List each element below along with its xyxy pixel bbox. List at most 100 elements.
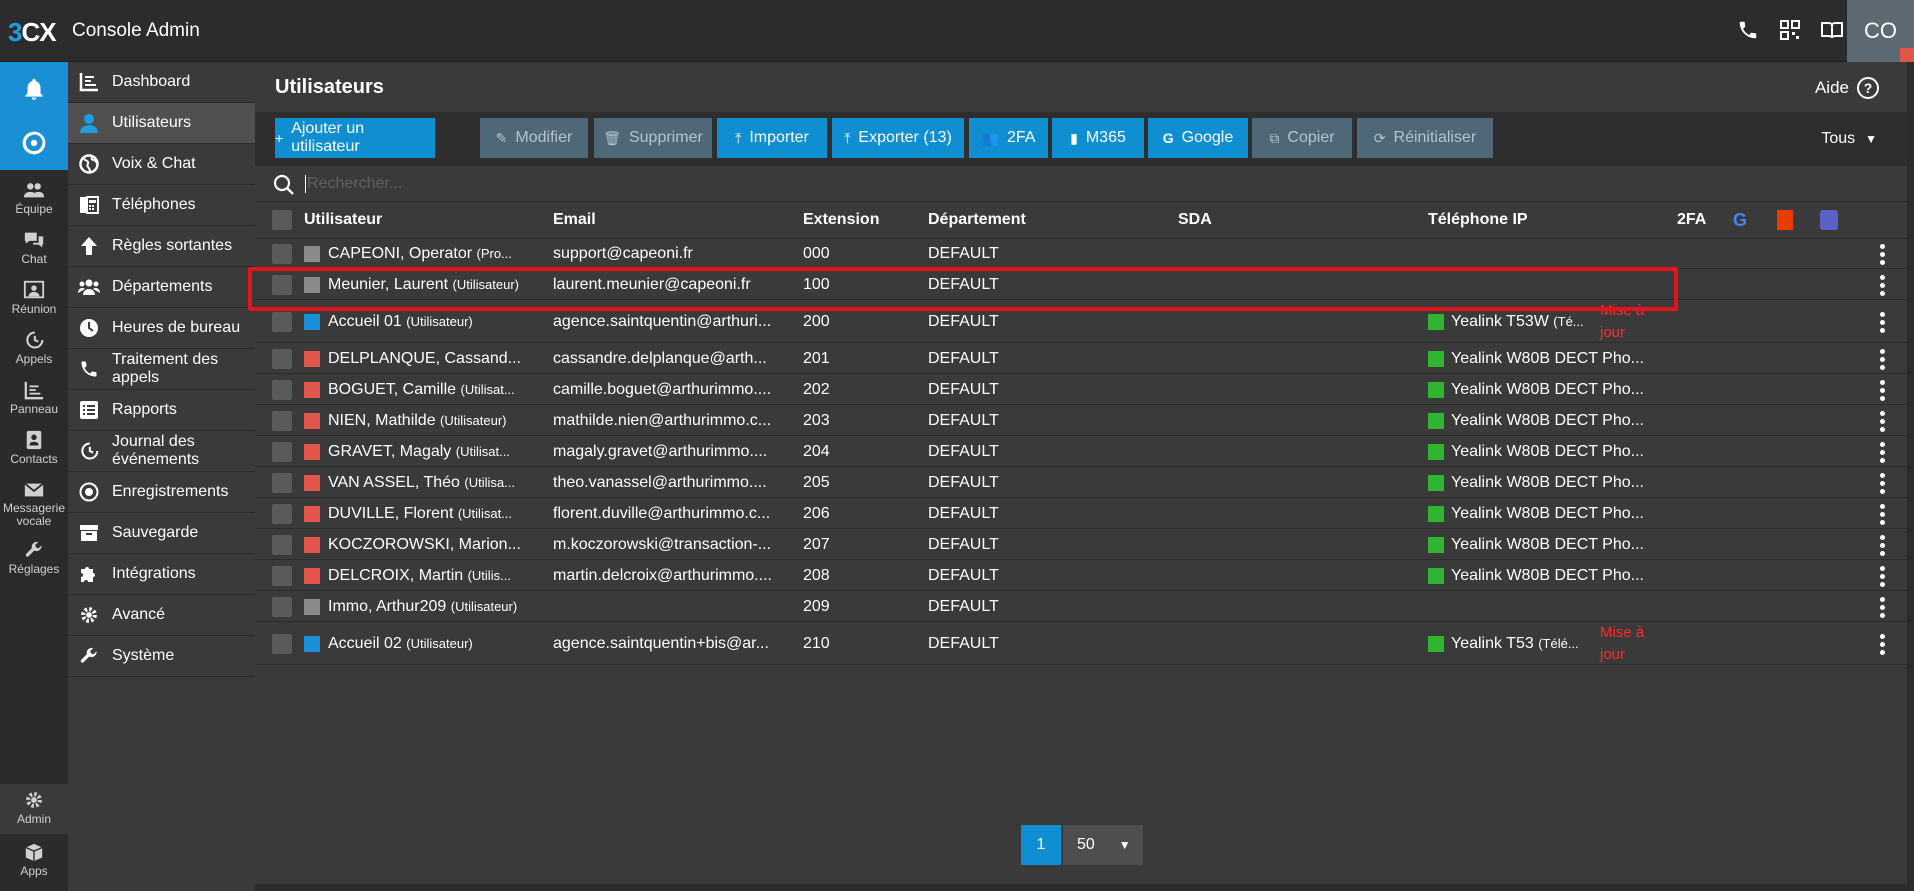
row-menu-icon[interactable] bbox=[1880, 275, 1886, 299]
row-checkbox[interactable] bbox=[272, 442, 292, 462]
row-menu-icon[interactable] bbox=[1880, 442, 1886, 466]
nav-avance[interactable]: Avancé bbox=[68, 595, 255, 636]
page-1-button[interactable]: 1 bbox=[1021, 825, 1061, 865]
2fa-button[interactable]: 👥 2FA bbox=[969, 118, 1048, 158]
rail-panneau[interactable]: Panneau bbox=[0, 380, 68, 416]
nav-regles-sortantes[interactable]: Règles sortantes bbox=[68, 226, 255, 267]
table-row[interactable]: VAN ASSEL, Théo (Utilisa... theo.vanassel… bbox=[255, 467, 1907, 498]
row-checkbox[interactable] bbox=[272, 597, 292, 617]
nav-integrations[interactable]: Intégrations bbox=[68, 554, 255, 595]
reset-button[interactable]: ⟳ Réinitialiser bbox=[1357, 118, 1493, 158]
nav-departements[interactable]: Départements bbox=[68, 267, 255, 308]
row-menu-icon[interactable] bbox=[1880, 244, 1886, 268]
nav-dashboard[interactable]: Dashboard bbox=[68, 62, 255, 103]
user-name[interactable]: DELCROIX, Martin (Utilis... bbox=[328, 567, 548, 585]
table-row[interactable]: KOCZOROWSKI, Marion... m.koczorowski@tra… bbox=[255, 529, 1907, 560]
filter-dropdown[interactable]: Tous ▼ bbox=[1821, 130, 1877, 148]
edit-button[interactable]: ✎ Modifier bbox=[480, 118, 588, 158]
nav-heures-bureau[interactable]: Heures de bureau bbox=[68, 308, 255, 349]
col-ip-phone[interactable]: Téléphone IP bbox=[1428, 211, 1528, 229]
user-name[interactable]: Accueil 01 (Utilisateur) bbox=[328, 313, 548, 331]
ip-phone[interactable]: Yealink T53 (Télé... bbox=[1451, 635, 1596, 653]
row-menu-icon[interactable] bbox=[1880, 634, 1886, 658]
search-input[interactable] bbox=[307, 171, 707, 197]
nav-sauvegarde[interactable]: Sauvegarde bbox=[68, 513, 255, 554]
user-name[interactable]: NIEN, Mathilde (Utilisateur) bbox=[328, 412, 548, 430]
rail-chat[interactable]: Chat bbox=[0, 230, 68, 266]
nav-traitement-appels[interactable]: Traitement des appels bbox=[68, 349, 255, 390]
row-menu-icon[interactable] bbox=[1880, 312, 1886, 336]
ip-phone[interactable]: Yealink W80B DECT Pho... bbox=[1451, 505, 1686, 523]
user-name[interactable]: Accueil 02 (Utilisateur) bbox=[328, 635, 548, 653]
nav-voix-chat[interactable]: Voix & Chat bbox=[68, 144, 255, 185]
table-row[interactable]: CAPEONI, Operator (Pro... support@capeoni… bbox=[255, 239, 1907, 269]
user-name[interactable]: DUVILLE, Florent (Utilisat... bbox=[328, 505, 548, 523]
user-name[interactable]: Immo, Arthur209 (Utilisateur) bbox=[328, 598, 548, 616]
rail-contacts[interactable]: Contacts bbox=[0, 430, 68, 466]
rail-equipe[interactable]: Équipe bbox=[0, 180, 68, 216]
ip-phone[interactable]: Yealink W80B DECT Pho... bbox=[1451, 443, 1686, 461]
ip-phone[interactable]: Yealink W80B DECT Pho... bbox=[1451, 350, 1686, 368]
ip-phone[interactable]: Yealink T53W (Té... bbox=[1451, 313, 1596, 331]
table-row[interactable]: DELCROIX, Martin (Utilis... martin.delcro… bbox=[255, 560, 1907, 591]
table-row[interactable]: Accueil 02 (Utilisateur) agence.saintquen… bbox=[255, 622, 1907, 665]
table-row[interactable]: DELPLANQUE, Cassand... cassandre.delplan… bbox=[255, 343, 1907, 374]
nav-systeme[interactable]: Système bbox=[68, 636, 255, 677]
rail-appels[interactable]: Appels bbox=[0, 330, 68, 366]
ip-phone[interactable]: Yealink W80B DECT Pho... bbox=[1451, 381, 1686, 399]
row-menu-icon[interactable] bbox=[1880, 411, 1886, 435]
col-sda[interactable]: SDA bbox=[1178, 211, 1212, 229]
rail-messagerie[interactable]: Messagerie vocale bbox=[0, 480, 68, 528]
ip-phone[interactable]: Yealink W80B DECT Pho... bbox=[1451, 474, 1686, 492]
phone-icon[interactable] bbox=[1736, 18, 1760, 42]
user-avatar[interactable]: CO bbox=[1847, 0, 1914, 62]
delete-button[interactable]: 🗑 Supprimer bbox=[594, 118, 712, 158]
col-2fa[interactable]: 2FA bbox=[1677, 211, 1706, 229]
rail-apps[interactable]: Apps bbox=[0, 842, 68, 878]
3cx-logo[interactable]: 3CX bbox=[8, 17, 57, 48]
row-checkbox[interactable] bbox=[272, 473, 292, 493]
ip-phone[interactable]: Yealink W80B DECT Pho... bbox=[1451, 536, 1686, 554]
row-checkbox[interactable] bbox=[272, 312, 292, 332]
rail-admin[interactable]: Admin bbox=[0, 784, 68, 834]
col-department[interactable]: Département bbox=[928, 211, 1026, 229]
row-checkbox[interactable] bbox=[272, 349, 292, 369]
table-row[interactable]: DUVILLE, Florent (Utilisat... florent.duv… bbox=[255, 498, 1907, 529]
row-menu-icon[interactable] bbox=[1880, 380, 1886, 404]
rail-reunion[interactable]: Réunion bbox=[0, 280, 68, 316]
row-menu-icon[interactable] bbox=[1880, 349, 1886, 373]
user-name[interactable]: KOCZOROWSKI, Marion... bbox=[328, 536, 548, 554]
notifications-button[interactable] bbox=[0, 62, 68, 116]
nav-rapports[interactable]: Rapports bbox=[68, 390, 255, 431]
import-button[interactable]: ⤒ Importer bbox=[717, 118, 827, 158]
table-row[interactable]: NIEN, Mathilde (Utilisateur) mathilde.nie… bbox=[255, 405, 1907, 436]
row-checkbox[interactable] bbox=[272, 535, 292, 555]
col-user[interactable]: Utilisateur bbox=[304, 211, 382, 229]
row-menu-icon[interactable] bbox=[1880, 473, 1886, 497]
add-user-button[interactable]: + Ajouter un utilisateur bbox=[275, 118, 435, 158]
book-icon[interactable] bbox=[1820, 18, 1844, 42]
user-name[interactable]: GRAVET, Magaly (Utilisat... bbox=[328, 443, 548, 461]
row-menu-icon[interactable] bbox=[1880, 504, 1886, 528]
row-checkbox[interactable] bbox=[272, 380, 292, 400]
row-menu-icon[interactable] bbox=[1880, 597, 1886, 621]
ip-phone[interactable]: Yealink W80B DECT Pho... bbox=[1451, 567, 1686, 585]
user-name[interactable]: BOGUET, Camille (Utilisat... bbox=[328, 381, 548, 399]
col-extension[interactable]: Extension bbox=[803, 211, 879, 229]
user-name[interactable]: VAN ASSEL, Théo (Utilisa... bbox=[328, 474, 548, 492]
row-checkbox[interactable] bbox=[272, 566, 292, 586]
nav-telephones[interactable]: Téléphones bbox=[68, 185, 255, 226]
google-button[interactable]: G Google bbox=[1148, 118, 1248, 158]
table-row[interactable]: BOGUET, Camille (Utilisat... camille.bogu… bbox=[255, 374, 1907, 405]
table-row[interactable]: Immo, Arthur209 (Utilisateur) 209 DEFAULT bbox=[255, 591, 1907, 622]
nav-journal-evenements[interactable]: Journal des événements bbox=[68, 431, 255, 472]
row-checkbox[interactable] bbox=[272, 244, 292, 264]
col-email[interactable]: Email bbox=[553, 211, 596, 229]
help-link[interactable]: Aide ? bbox=[1815, 77, 1879, 99]
qr-code-icon[interactable] bbox=[1778, 18, 1802, 42]
nav-enregistrements[interactable]: Enregistrements bbox=[68, 472, 255, 513]
row-checkbox[interactable] bbox=[272, 411, 292, 431]
rail-reglages[interactable]: Réglages bbox=[0, 540, 68, 576]
nav-utilisateurs[interactable]: Utilisateurs bbox=[68, 103, 255, 144]
page-size-select[interactable]: 50 ▼ bbox=[1063, 825, 1143, 865]
